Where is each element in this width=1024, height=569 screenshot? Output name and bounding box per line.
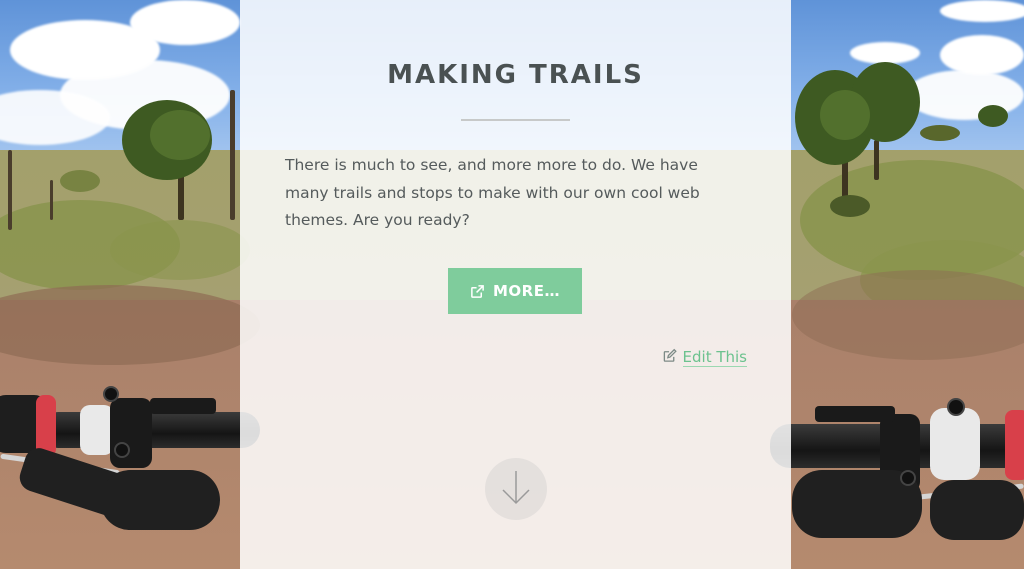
hero-panel: MAKING TRAILS There is much to see, and … bbox=[240, 0, 791, 569]
cloud bbox=[850, 42, 920, 64]
bolt bbox=[900, 470, 916, 486]
cloud bbox=[940, 0, 1024, 22]
bush bbox=[920, 125, 960, 141]
shifter-body bbox=[100, 470, 220, 530]
tree bbox=[874, 140, 879, 180]
edit-pencil-icon bbox=[662, 348, 678, 367]
bolt bbox=[947, 398, 965, 416]
clamp bbox=[930, 408, 980, 480]
more-button-label: MORE… bbox=[493, 282, 560, 300]
tree bbox=[8, 150, 12, 230]
bush bbox=[60, 170, 100, 192]
bolt bbox=[103, 386, 119, 402]
shifter bbox=[110, 398, 152, 468]
cloud bbox=[940, 35, 1024, 75]
title-divider bbox=[461, 119, 570, 121]
tree bbox=[50, 180, 53, 220]
clamp bbox=[80, 405, 114, 455]
bolt bbox=[114, 442, 130, 458]
intro-text: There is much to see, and more more to d… bbox=[285, 156, 700, 229]
shifter bbox=[150, 398, 216, 414]
grass bbox=[110, 220, 250, 280]
tree bbox=[820, 90, 870, 140]
scroll-down-button[interactable] bbox=[485, 458, 547, 520]
tree bbox=[230, 90, 235, 220]
more-button[interactable]: MORE… bbox=[448, 268, 582, 314]
edit-this-label: Edit This bbox=[682, 348, 747, 367]
grip-ring bbox=[1005, 410, 1024, 480]
external-link-icon bbox=[470, 284, 485, 299]
bush bbox=[830, 195, 870, 217]
edit-this-link[interactable]: Edit This bbox=[662, 348, 747, 367]
bush bbox=[978, 105, 1008, 127]
arrow-down-icon bbox=[498, 467, 534, 511]
shifter bbox=[815, 406, 895, 422]
page-title: MAKING TRAILS bbox=[387, 60, 644, 90]
brake-lever bbox=[930, 480, 1024, 540]
tree bbox=[150, 110, 210, 160]
cloud bbox=[130, 0, 240, 45]
